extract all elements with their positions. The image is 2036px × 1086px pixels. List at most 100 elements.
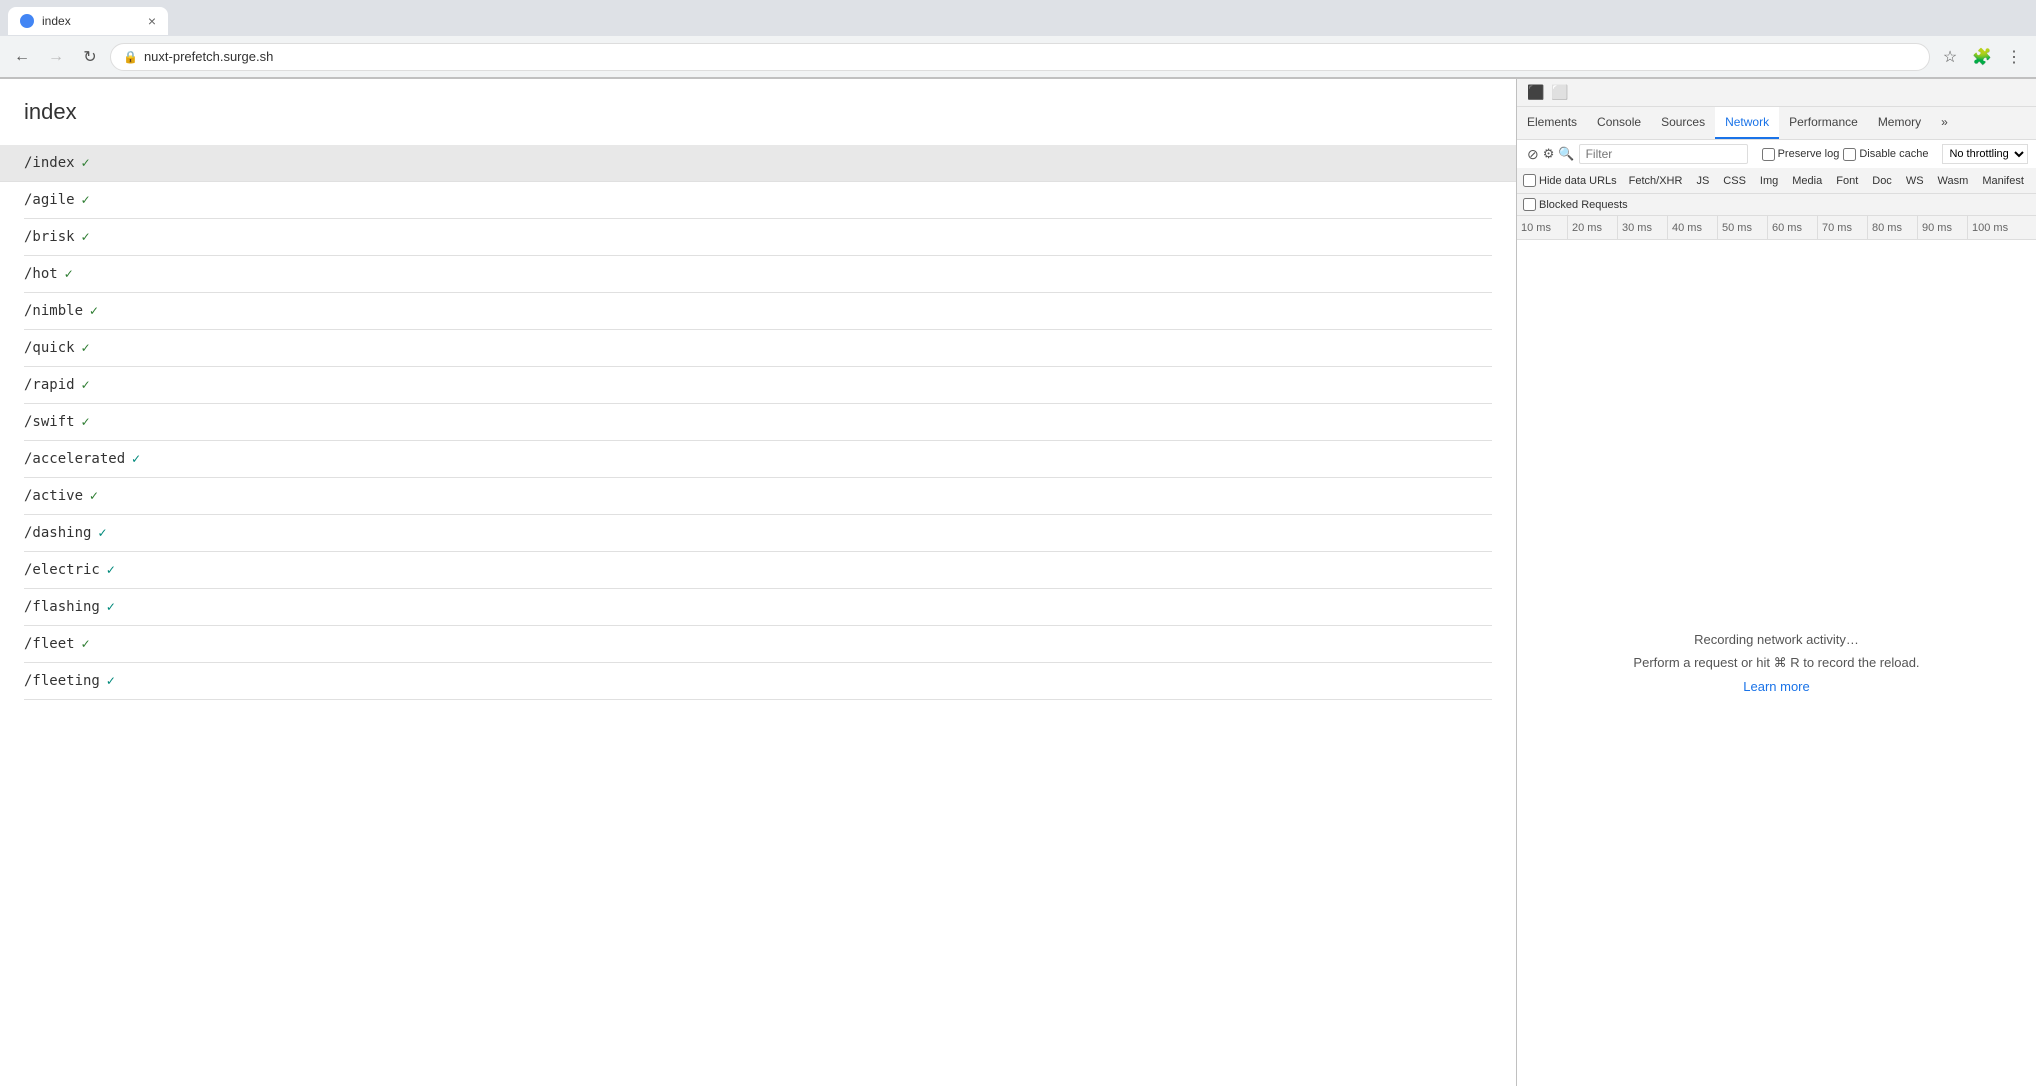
check-icon: ✓ [81,637,91,651]
search-icon-button[interactable]: 🔍 [1558,144,1574,164]
hide-data-urls-checkbox[interactable] [1523,174,1536,187]
route-name: /hot [24,266,58,282]
list-item[interactable]: /dashing ✓ [24,515,1492,552]
list-item[interactable]: /index ✓ [0,145,1516,182]
route-name: /agile [24,192,75,208]
route-name: /flashing [24,599,100,615]
filter-type-doc[interactable]: Doc [1866,173,1898,189]
disable-cache-checkbox-label[interactable]: Disable cache [1843,148,1928,161]
route-name: /rapid [24,377,75,393]
forward-button[interactable]: → [42,43,70,71]
route-name: /quick [24,340,75,356]
route-name: /fleet [24,636,75,652]
list-item[interactable]: /agile ✓ [24,182,1492,219]
filter-input[interactable] [1579,144,1748,164]
browser-chrome: index × ← → ↻ 🔒 nuxt-prefetch.surge.sh ☆… [0,0,2036,79]
filter-type-fetch-xhr[interactable]: Fetch/XHR [1623,173,1689,189]
list-item[interactable]: /nimble ✓ [24,293,1492,330]
filter-icon-button[interactable]: ⚙ [1543,144,1555,164]
route-name: /accelerated [24,451,125,467]
list-item[interactable]: /hot ✓ [24,256,1492,293]
check-icon: ✓ [81,230,91,244]
network-filter-row: Hide data URLs Fetch/XHRJSCSSImgMediaFon… [1517,168,2036,194]
refresh-button[interactable]: ↻ [76,43,104,71]
devtools-tab-network[interactable]: Network [1715,107,1779,139]
filter-type-media[interactable]: Media [1786,173,1828,189]
list-item[interactable]: /fleet ✓ [24,626,1492,663]
clear-button[interactable]: ⊘ [1527,144,1539,164]
devtools-tab-memory[interactable]: Memory [1868,107,1931,139]
preserve-log-checkbox-label[interactable]: Preserve log [1762,148,1840,161]
disable-cache-checkbox[interactable] [1843,148,1856,161]
browser-tab[interactable]: index × [8,7,168,35]
devtools-tab-performance[interactable]: Performance [1779,107,1868,139]
throttling-select[interactable]: No throttling [1942,144,2028,164]
devtools-tab-console[interactable]: Console [1587,107,1651,139]
devtools-tab-sources[interactable]: Sources [1651,107,1715,139]
filter-type-ws[interactable]: WS [1900,173,1930,189]
filter-type-img[interactable]: Img [1754,173,1784,189]
network-empty-state: Recording network activity… Perform a re… [1517,240,2036,1086]
list-item[interactable]: /quick ✓ [24,330,1492,367]
preserve-log-checkbox[interactable] [1762,148,1775,161]
list-item[interactable]: /fleeting ✓ [24,663,1492,700]
back-button[interactable]: ← [8,43,36,71]
dock-icon[interactable]: ⬛ [1525,82,1547,104]
timeline-tick: 30 ms [1617,216,1667,239]
tab-title: index [42,14,71,28]
list-item[interactable]: /flashing ✓ [24,589,1492,626]
blocked-requests-checkbox[interactable] [1523,198,1536,211]
list-item[interactable]: /active ✓ [24,478,1492,515]
bookmark-button[interactable]: ☆ [1936,43,1964,71]
timeline-tick: 10 ms [1517,216,1567,239]
hide-data-urls-label[interactable]: Hide data URLs [1523,174,1617,187]
route-name: /nimble [24,303,83,319]
filter-type-js[interactable]: JS [1690,173,1715,189]
check-icon: ✓ [64,267,74,281]
blocked-requests-label[interactable]: Blocked Requests [1523,198,1628,211]
lock-icon: 🔒 [123,50,138,64]
toolbar-actions: ☆ 🧩 ⋮ [1936,43,2028,71]
recording-line2: Perform a request or hit ⌘ R to record t… [1633,655,1919,671]
list-item[interactable]: /electric ✓ [24,552,1492,589]
check-icon: ✓ [81,415,91,429]
address-bar[interactable]: 🔒 nuxt-prefetch.surge.sh [110,43,1930,71]
check-icon: ✓ [89,304,99,318]
list-item[interactable]: /rapid ✓ [24,367,1492,404]
check-icon: ✓ [81,156,91,170]
timeline-tick: 50 ms [1717,216,1767,239]
devtools-tab--[interactable]: » [1931,107,1958,139]
learn-more-link[interactable]: Learn more [1743,679,1809,694]
tab-close-button[interactable]: × [148,13,156,29]
timeline-tick: 60 ms [1767,216,1817,239]
timeline-tick: 100 ms [1967,216,2017,239]
timeline-tick: 20 ms [1567,216,1617,239]
list-item[interactable]: /accelerated ✓ [24,441,1492,478]
extensions-button[interactable]: 🧩 [1968,43,1996,71]
check-icon: ✓ [81,341,91,355]
network-toolbar-row1: ⊘ ⚙ 🔍 Preserve log Disable cache No thro… [1517,140,2036,168]
filter-type-other[interactable]: Other [2032,173,2036,189]
timeline-header: 10 ms20 ms30 ms40 ms50 ms60 ms70 ms80 ms… [1517,216,2036,240]
filter-type-wasm[interactable]: Wasm [1932,173,1975,189]
main-area: index /index ✓/agile ✓/brisk ✓/hot ✓/nim… [0,79,2036,1086]
route-name: /index [24,155,75,171]
url-text: nuxt-prefetch.surge.sh [144,49,1917,64]
filter-type-manifest[interactable]: Manifest [1976,173,2030,189]
filter-types-container: Fetch/XHRJSCSSImgMediaFontDocWSWasmManif… [1623,173,2036,189]
menu-button[interactable]: ⋮ [2000,43,2028,71]
timeline-tick: 80 ms [1867,216,1917,239]
devtools-tabs: ElementsConsoleSourcesNetworkPerformance… [1517,107,2036,140]
undock-icon[interactable]: ⬜ [1549,82,1571,104]
filter-type-css[interactable]: CSS [1717,173,1752,189]
timeline-tick: 40 ms [1667,216,1717,239]
devtools-tab-elements[interactable]: Elements [1517,107,1587,139]
list-item[interactable]: /swift ✓ [24,404,1492,441]
check-icon: ✓ [106,600,116,614]
page-content: index /index ✓/agile ✓/brisk ✓/hot ✓/nim… [0,79,1516,1086]
filter-type-font[interactable]: Font [1830,173,1864,189]
list-item[interactable]: /brisk ✓ [24,219,1492,256]
route-name: /fleeting [24,673,100,689]
nav-bar: ← → ↻ 🔒 nuxt-prefetch.surge.sh ☆ 🧩 ⋮ [0,36,2036,78]
devtools-top-bar: ⬛ ⬜ [1517,79,2036,107]
